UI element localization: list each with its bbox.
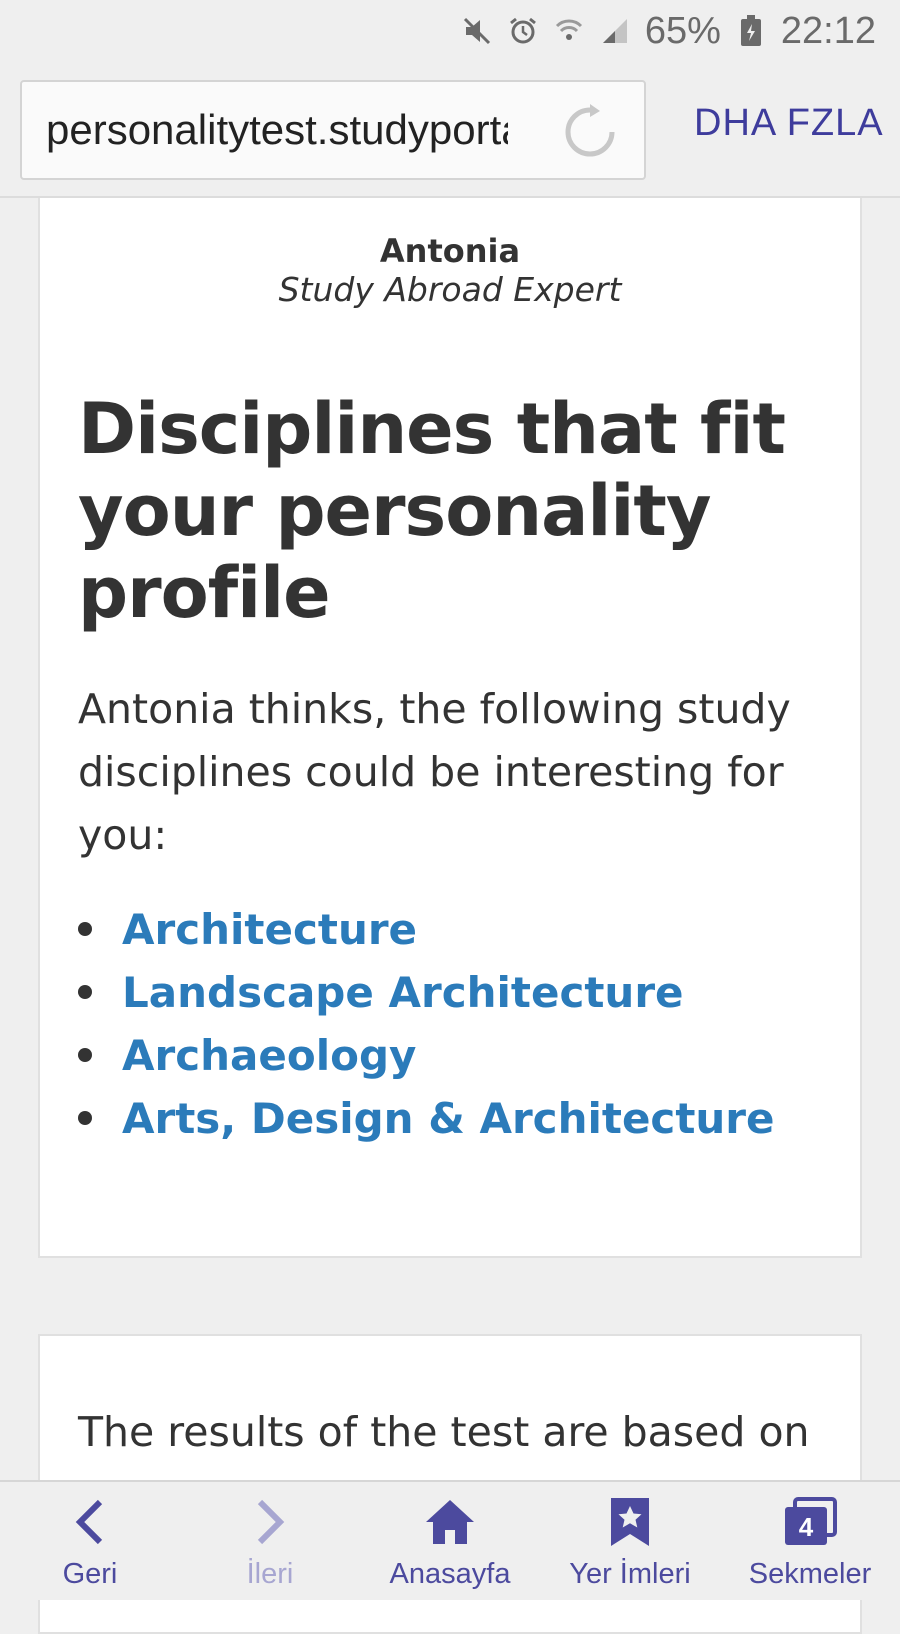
- discipline-link-architecture[interactable]: Architecture: [122, 905, 417, 954]
- alarm-icon: [507, 15, 539, 47]
- back-arrow-icon: [62, 1494, 118, 1550]
- expert-name: Antonia: [379, 232, 521, 270]
- discipline-list: Architecture Landscape Architecture Arch…: [78, 898, 848, 1150]
- tabs-button[interactable]: 4 Sekmeler: [720, 1482, 900, 1602]
- wifi-icon: [553, 15, 585, 47]
- bullet-icon: [78, 922, 92, 936]
- list-item: Archaeology: [78, 1024, 848, 1087]
- list-item: Landscape Architecture: [78, 961, 848, 1024]
- discipline-link-landscape-architecture[interactable]: Landscape Architecture: [122, 968, 684, 1017]
- bookmarks-label: Yer İmleri: [569, 1558, 691, 1590]
- discipline-link-archaeology[interactable]: Archaeology: [122, 1031, 416, 1080]
- bottom-nav: Geri İleri Anasayfa Yer İmleri 4 Sekmele…: [0, 1480, 900, 1600]
- home-icon: [422, 1494, 478, 1550]
- status-bar: 65% 22:12: [0, 0, 900, 62]
- list-item: Architecture: [78, 898, 848, 961]
- mute-icon: [461, 15, 493, 47]
- home-button[interactable]: Anasayfa: [360, 1482, 540, 1602]
- discipline-link-arts-design-architecture[interactable]: Arts, Design & Architecture: [122, 1094, 775, 1143]
- page-title: Disciplines that fit your personality pr…: [78, 388, 786, 634]
- tab-count-badge: 4: [799, 1512, 814, 1542]
- bullet-icon: [78, 1048, 92, 1062]
- browser-toolbar: personalitytest.studyportals DHA FZLA: [0, 62, 900, 198]
- bullet-icon: [78, 985, 92, 999]
- url-text[interactable]: personalitytest.studyportals: [46, 106, 508, 154]
- intro-text: Antonia thinks, the following study disc…: [78, 685, 791, 859]
- clock: 22:12: [780, 9, 876, 52]
- expert-role: Study Abroad Expert: [278, 270, 622, 309]
- forward-arrow-icon: [242, 1494, 298, 1550]
- more-button[interactable]: DHA FZLA: [694, 102, 884, 145]
- reload-icon[interactable]: [562, 104, 618, 160]
- home-label: Anasayfa: [389, 1558, 511, 1590]
- address-bar[interactable]: personalitytest.studyportals: [20, 80, 646, 180]
- forward-label: İleri: [246, 1558, 294, 1590]
- back-button[interactable]: Geri: [0, 1482, 180, 1602]
- tabs-label: Sekmeler: [748, 1558, 872, 1590]
- battery-percent: 65%: [644, 9, 721, 52]
- tabs-icon: 4: [782, 1494, 838, 1550]
- signal-icon: [599, 15, 631, 47]
- bookmarks-button[interactable]: Yer İmleri: [540, 1482, 720, 1602]
- results-text: The results of the test are based on: [78, 1408, 810, 1456]
- back-label: Geri: [62, 1558, 118, 1590]
- list-item: Arts, Design & Architecture: [78, 1087, 848, 1150]
- forward-button[interactable]: İleri: [180, 1482, 360, 1602]
- bullet-icon: [78, 1111, 92, 1125]
- disciplines-card: Antonia Study Abroad Expert Disciplines …: [38, 198, 862, 1258]
- battery-icon: [735, 15, 767, 47]
- bookmark-star-icon: [602, 1494, 658, 1550]
